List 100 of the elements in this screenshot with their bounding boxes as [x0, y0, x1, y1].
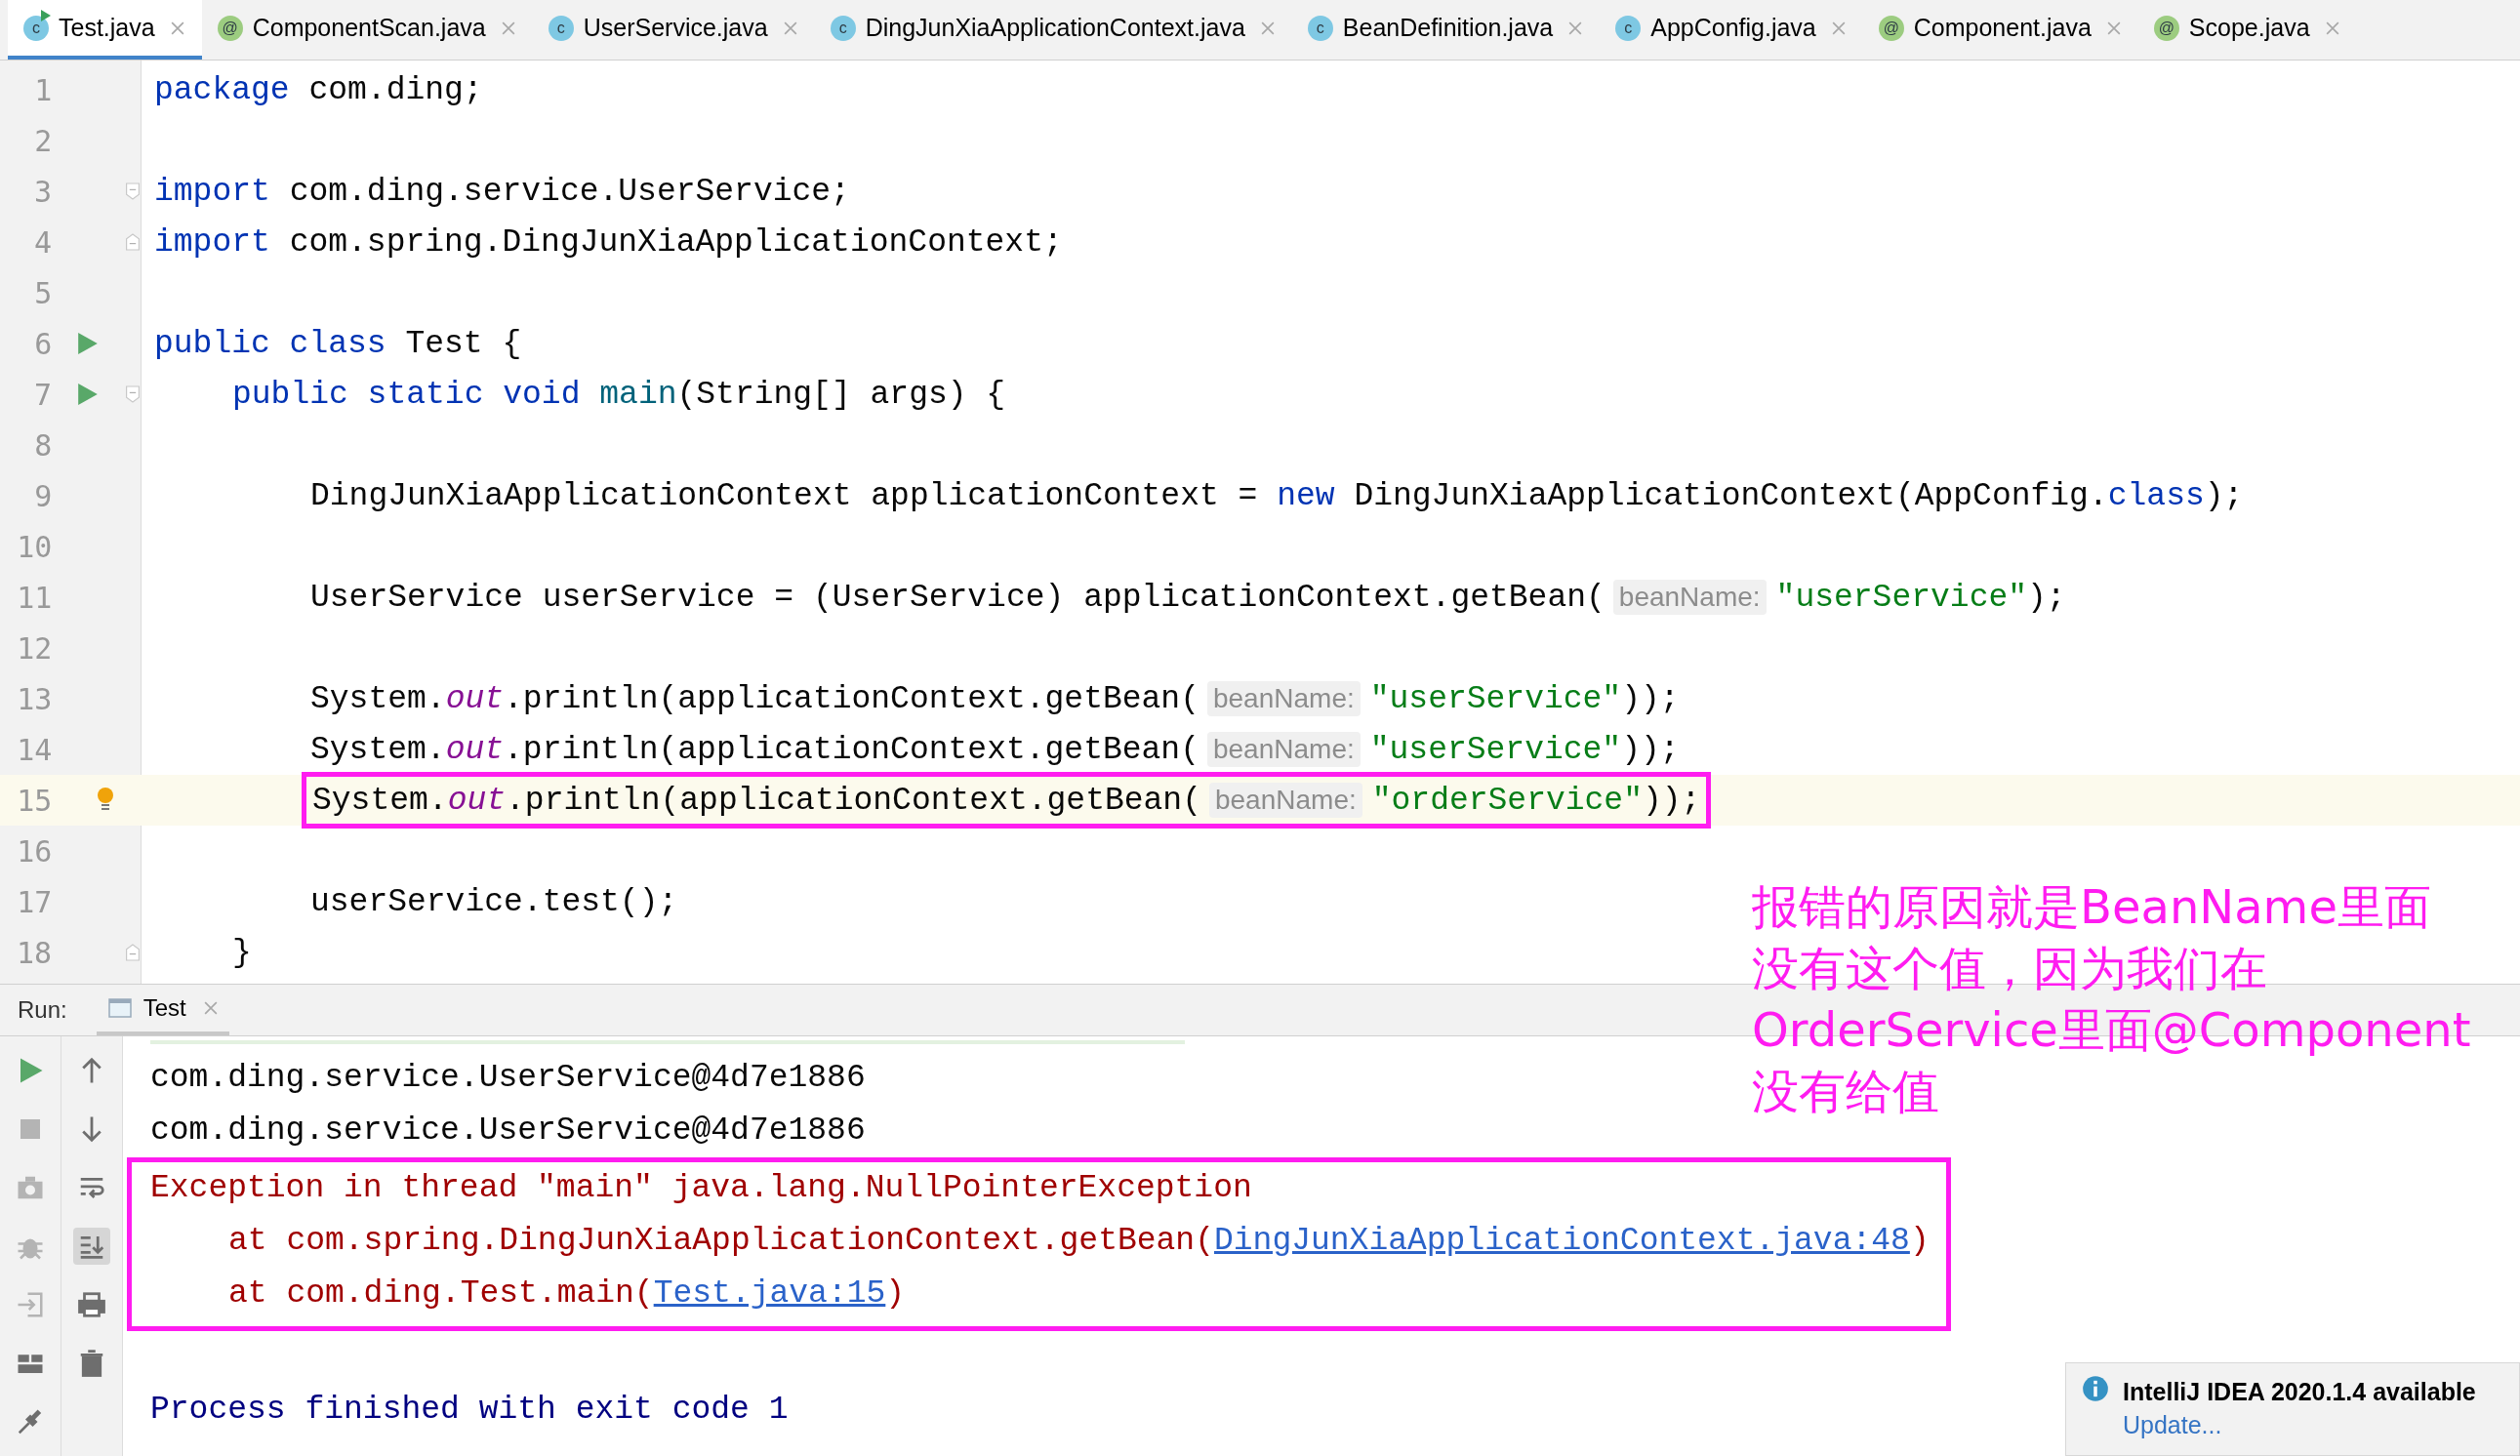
file-type-badge: c: [548, 15, 574, 41]
parameter-hint: beanName:: [1206, 681, 1361, 716]
editor-tab[interactable]: @ Component.java: [1862, 0, 2138, 60]
code-token: ));: [1621, 680, 1680, 717]
line-number: 7: [33, 377, 53, 412]
file-type-badge: @: [217, 15, 243, 41]
line-number: 1: [33, 72, 53, 107]
stack-frame-end: ): [885, 1274, 906, 1314]
line-number: 14: [16, 732, 53, 767]
close-icon[interactable]: [783, 20, 797, 35]
parameter-hint: beanName:: [1612, 580, 1767, 615]
code-token: );: [2204, 477, 2244, 514]
code-token: import: [154, 173, 270, 210]
annotation-text: 报错的原因就是BeanName里面没有这个值，因为我们在OrderService里面@Component没有给值: [1752, 878, 2472, 1120]
editor-tab[interactable]: c Test.java: [8, 0, 202, 60]
notification-title: IntelliJ IDEA 2020.1.4 available: [2123, 1377, 2476, 1407]
close-icon[interactable]: [203, 1001, 218, 1015]
code-token: DingJunXiaApplicationContext(AppConfig.: [1353, 477, 2108, 514]
editor-tab[interactable]: c BeanDefinition.java: [1291, 0, 1601, 60]
code-token: DingJunXiaApplicationContext applicationContext =: [310, 477, 1259, 514]
close-icon[interactable]: [1568, 20, 1583, 35]
code-token: "orderService": [1371, 782, 1643, 819]
editor-tab[interactable]: @ ComponentScan.java: [201, 0, 533, 60]
code-token: }: [232, 934, 252, 971]
file-type-badge: @: [2153, 15, 2179, 41]
stack-frame: at com.ding.Test.main(: [228, 1268, 654, 1320]
console-line: Exception in thread "main" java.lang.NullPointerException: [150, 1169, 1253, 1208]
line-number: 18: [16, 935, 53, 970]
code-token: .println(applicationContext.getBean(: [506, 782, 1201, 819]
line-number: 3: [33, 174, 53, 209]
file-type-badge: c: [830, 15, 856, 41]
code-token: new: [1277, 477, 1335, 514]
run-icon[interactable]: [76, 383, 99, 406]
close-icon[interactable]: [170, 20, 184, 35]
file-type-badge: @: [1878, 15, 1904, 41]
close-icon[interactable]: [501, 20, 515, 35]
run-icon[interactable]: [76, 332, 99, 355]
code-token: ));: [1643, 782, 1701, 819]
code-token: com.ding.service.UserService;: [288, 173, 850, 210]
editor-tab[interactable]: c AppConfig.java: [1600, 0, 1863, 60]
code-token: public static void: [232, 376, 581, 413]
line-number: 11: [16, 580, 53, 615]
line-number: 16: [16, 833, 53, 869]
run-tab[interactable]: Test: [96, 985, 229, 1035]
line-number: 15: [16, 783, 53, 818]
close-icon[interactable]: [2325, 20, 2339, 35]
parameter-hint: beanName:: [1206, 732, 1361, 767]
editor-tab[interactable]: c UserService.java: [532, 0, 815, 60]
line-number: 6: [33, 326, 53, 361]
line-number: 9: [33, 478, 53, 513]
scroll-icon[interactable]: [73, 1228, 110, 1265]
console-icon: [107, 998, 132, 1018]
code-token: Test {: [404, 325, 522, 362]
update-link[interactable]: Update...: [2123, 1408, 2222, 1441]
code-token: com.spring.DingJunXiaApplicationContext;: [288, 223, 1063, 261]
source-link[interactable]: Test.java:15: [653, 1268, 886, 1320]
close-icon[interactable]: [1260, 20, 1275, 35]
code-token: public class: [154, 325, 386, 362]
code-token: userService.test();: [310, 883, 678, 920]
code-token: );: [2027, 579, 2066, 616]
stack-frame: at com.spring.DingJunXiaApplicationContext.getBean(: [228, 1215, 1214, 1268]
info-icon: [2082, 1375, 2109, 1402]
code-token: System.: [310, 680, 446, 717]
code-token: .println(applicationContext.getBean(: [504, 680, 1199, 717]
close-icon[interactable]: [1831, 20, 1846, 35]
code-token: main: [598, 376, 677, 413]
code-token: .println(applicationContext.getBean(: [504, 731, 1199, 768]
close-icon[interactable]: [2106, 20, 2121, 35]
code-token: import: [154, 223, 270, 261]
code-token: "userService": [1369, 731, 1622, 768]
code-token: ));: [1621, 731, 1680, 768]
code-token: com.ding;: [307, 71, 483, 108]
line-number: 4: [33, 224, 53, 260]
file-type-badge: c: [23, 15, 49, 41]
code-token: class: [2107, 477, 2205, 514]
parameter-hint: beanName:: [1208, 783, 1362, 818]
editor-tab[interactable]: c DingJunXiaApplicationContext.java: [814, 0, 1292, 60]
code-token: out: [445, 680, 505, 717]
line-number: 2: [33, 123, 53, 158]
file-type-badge: c: [1615, 15, 1642, 41]
code-token: "userService": [1775, 579, 2028, 616]
console-line: Process finished with exit code 1: [150, 1391, 789, 1430]
stack-frame-end: ): [1909, 1222, 1930, 1261]
line-number: 12: [16, 630, 53, 666]
editor-tab[interactable]: @ Scope.java: [2137, 0, 2357, 60]
code-token: System.: [310, 731, 446, 768]
line-number: 8: [33, 427, 53, 463]
code-token: "userService": [1369, 680, 1622, 717]
console-line: com.ding.service.UserService@4d7e1886: [150, 1059, 866, 1098]
line-number: 13: [16, 681, 53, 716]
line-number: 10: [16, 529, 53, 564]
code-token: UserService userService = (UserService) applicationContext.getBean(: [310, 579, 1605, 616]
code-token: (String[] args) {: [676, 376, 1006, 413]
run-label: Run:: [18, 996, 67, 1024]
console-line: com.ding.service.UserService@4d7e1886: [150, 1112, 866, 1151]
line-number: 17: [16, 884, 53, 919]
source-link[interactable]: DingJunXiaApplicationContext.java:48: [1213, 1215, 1910, 1268]
code-token: System.: [312, 782, 448, 819]
code-token: out: [447, 782, 507, 819]
line-number: 5: [33, 275, 53, 310]
